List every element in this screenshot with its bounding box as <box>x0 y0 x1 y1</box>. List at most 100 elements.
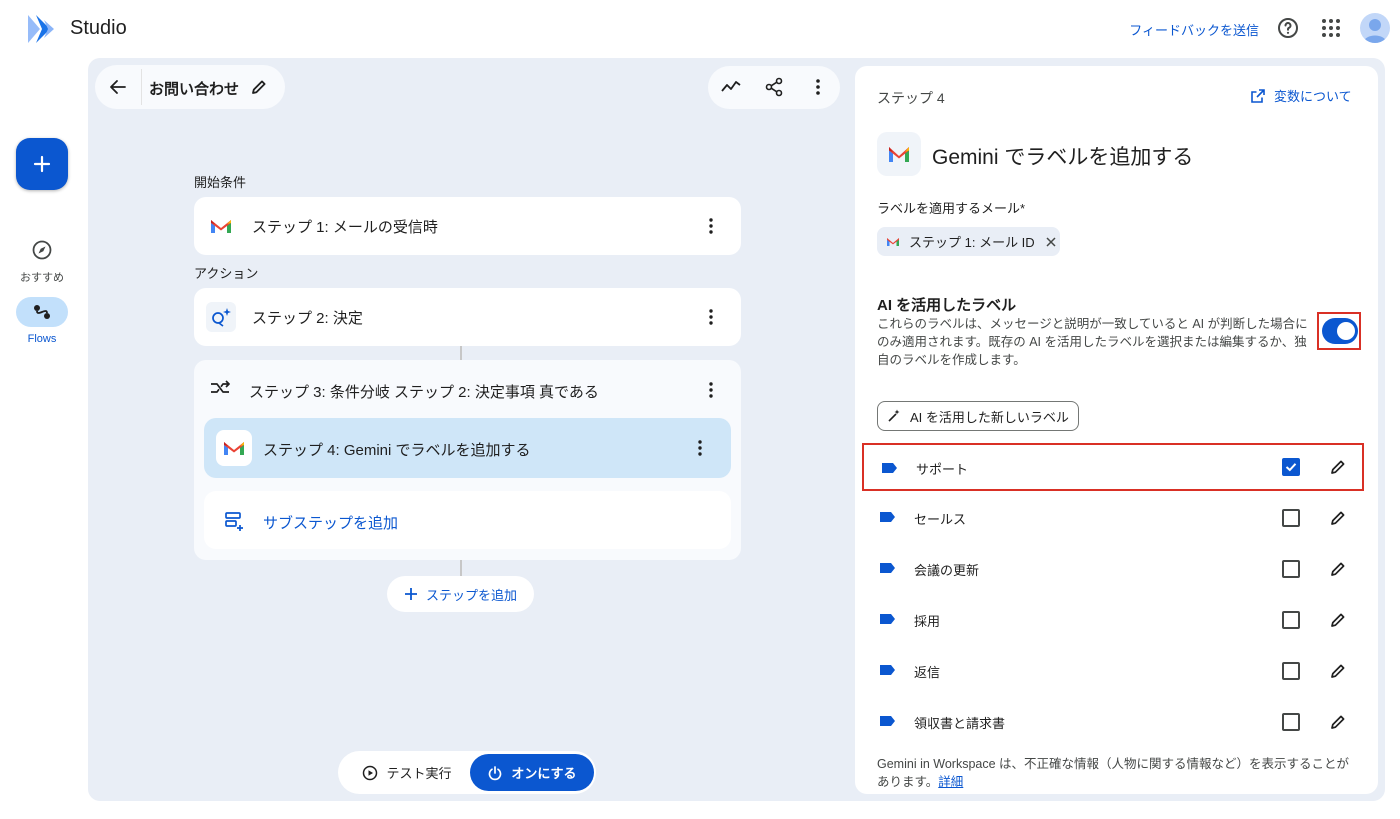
apps-grid-icon[interactable] <box>1320 17 1342 39</box>
label-row-meeting-updates[interactable]: 会議の更新 <box>862 545 1364 593</box>
step-card-2[interactable]: ステップ 2: 決定 <box>194 288 741 346</box>
activity-chart-icon[interactable] <box>720 76 742 98</box>
add-substep-icon <box>222 509 246 533</box>
edit-pencil-icon[interactable] <box>1328 712 1348 732</box>
label-checkbox[interactable] <box>1282 611 1300 629</box>
label-row-hiring[interactable]: 採用 <box>862 596 1364 644</box>
more-vert-icon[interactable] <box>701 380 721 400</box>
label-tag-icon <box>880 665 895 675</box>
rail-item-label: おすすめ <box>20 272 64 284</box>
label-tag-icon <box>880 716 895 726</box>
email-field-label: ラベルを適用するメール* <box>877 201 1026 216</box>
ai-labels-title: AI を活用したラベル <box>877 297 1017 314</box>
account-avatar[interactable] <box>1360 13 1390 43</box>
back-button[interactable] <box>95 65 141 109</box>
test-run-button[interactable]: テスト実行 <box>348 755 466 790</box>
turn-on-label: オンにする <box>511 766 577 781</box>
panel-step-heading: ステップ 4 <box>877 90 945 106</box>
label-checkbox[interactable] <box>1282 713 1300 731</box>
edit-pencil-icon[interactable] <box>1328 508 1348 528</box>
app-title: Studio <box>70 17 127 39</box>
share-icon[interactable] <box>763 76 785 98</box>
gemini-disclaimer: Gemini in Workspace は、不正確な情報（人物に関する情報など）… <box>877 755 1353 791</box>
label-row-support[interactable]: サポート <box>862 443 1364 491</box>
test-run-label: テスト実行 <box>386 766 452 781</box>
plus-icon <box>404 588 417 600</box>
label-row-receipts-invoices[interactable]: 領収書と請求書 <box>862 698 1364 746</box>
play-circle-icon <box>363 765 378 780</box>
label-name: 採用 <box>914 614 941 629</box>
rail-item-discover[interactable]: おすすめ <box>0 235 84 285</box>
more-vert-icon[interactable] <box>690 438 710 458</box>
edit-pencil-icon[interactable] <box>1328 457 1348 477</box>
create-button[interactable] <box>16 138 68 190</box>
label-name: 領収書と請求書 <box>914 716 1006 731</box>
rail-item-flows[interactable]: Flows <box>0 297 84 345</box>
label-name: 会議の更新 <box>914 563 980 578</box>
open-in-new-icon <box>1251 88 1265 103</box>
gmail-icon <box>877 132 921 176</box>
actions-heading: アクション <box>194 266 259 281</box>
label-tag-icon <box>880 512 895 522</box>
step-card-1[interactable]: ステップ 1: メールの受信時 <box>194 197 741 255</box>
label-name: サポート <box>916 462 969 477</box>
start-condition-heading: 開始条件 <box>194 175 247 190</box>
details-link[interactable]: 詳細 <box>938 775 963 789</box>
power-icon <box>489 765 502 780</box>
edit-pencil-icon[interactable] <box>1328 559 1348 579</box>
label-checkbox[interactable] <box>1282 662 1300 680</box>
label-checkbox[interactable] <box>1282 458 1300 476</box>
flow-name: お問い合わせ <box>149 81 240 98</box>
ai-labels-description: これらのラベルは、メッセージと説明が一致していると AI が判断した場合にのみ適… <box>877 317 1308 367</box>
gmail-icon <box>206 211 236 241</box>
variables-link-label: 変数について <box>1274 89 1352 104</box>
divider <box>141 69 142 105</box>
step-label: ステップ 2: 決定 <box>252 310 363 327</box>
step-label: ステップ 4: Gemini でラベルを追加する <box>263 442 531 459</box>
gmail-icon <box>887 237 899 246</box>
flows-icon <box>16 297 68 327</box>
more-vert-icon[interactable] <box>701 307 721 327</box>
connector-line <box>460 560 462 576</box>
gemini-decision-icon <box>206 302 236 332</box>
label-row-replies[interactable]: 返信 <box>862 647 1364 695</box>
edit-pencil-icon[interactable] <box>1328 610 1348 630</box>
add-substep-button[interactable]: サブステップを追加 <box>204 491 731 549</box>
label-checkbox[interactable] <box>1282 560 1300 578</box>
more-vert-icon[interactable] <box>701 216 721 236</box>
top-bar: Studio フィードバックを送信 <box>0 0 1400 58</box>
label-row-sales[interactable]: セールス <box>862 494 1364 542</box>
edit-pencil-icon[interactable] <box>249 77 269 97</box>
gmail-icon <box>216 430 252 466</box>
branch-icon <box>208 376 232 400</box>
more-vert-icon[interactable] <box>807 76 829 98</box>
rail-item-label: Flows <box>27 333 57 345</box>
step-label: ステップ 3: 条件分岐 ステップ 2: 決定事項 真である <box>249 384 599 401</box>
add-step-label: ステップを追加 <box>425 587 517 603</box>
add-substep-label: サブステップを追加 <box>263 515 399 532</box>
send-feedback-link[interactable]: フィードバックを送信 <box>1129 20 1259 39</box>
label-name: 返信 <box>914 665 941 680</box>
panel-title: Gemini でラベルを追加する <box>932 146 1194 169</box>
label-checkbox[interactable] <box>1282 509 1300 527</box>
new-ai-label-button[interactable]: AI を活用した新しいラベル <box>877 401 1079 431</box>
add-step-button[interactable]: ステップを追加 <box>387 576 534 612</box>
close-icon <box>1046 236 1056 247</box>
magic-pen-icon <box>888 409 900 422</box>
check-icon <box>1285 463 1297 472</box>
chip-label: ステップ 1: メール ID <box>909 235 1035 250</box>
label-tag-icon <box>880 563 895 573</box>
variables-link[interactable]: 変数について <box>1250 86 1352 105</box>
email-variable-chip[interactable]: ステップ 1: メール ID <box>877 227 1060 256</box>
turn-on-button[interactable]: オンにする <box>470 754 594 791</box>
connector-line <box>460 346 462 360</box>
step-card-4-selected[interactable]: ステップ 4: Gemini でラベルを追加する <box>204 418 731 478</box>
studio-logo-icon <box>24 12 60 46</box>
arrow-back-icon <box>110 80 126 94</box>
help-icon[interactable] <box>1276 16 1300 40</box>
edit-pencil-icon[interactable] <box>1328 661 1348 681</box>
new-ai-label-text: AI を活用した新しいラベル <box>910 409 1069 425</box>
label-tag-icon <box>880 614 895 624</box>
step-label: ステップ 1: メールの受信時 <box>252 219 438 236</box>
toggle-knob <box>1337 322 1355 340</box>
